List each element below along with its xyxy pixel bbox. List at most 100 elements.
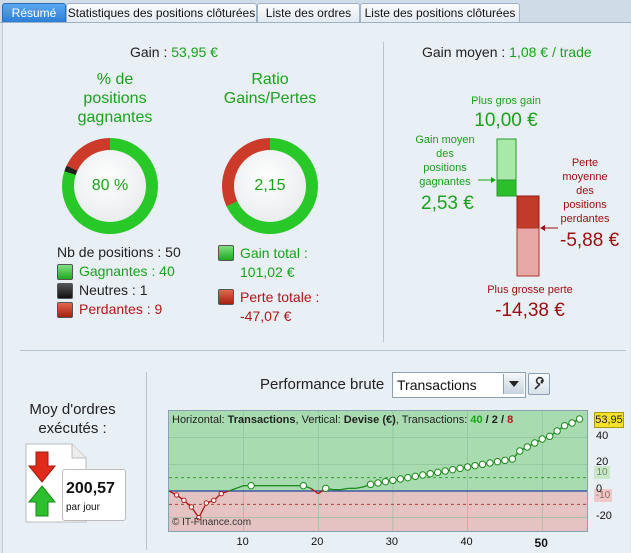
plus-gros-gain-label: Plus gros gain: [471, 95, 541, 107]
performance-chart-svg: [169, 411, 587, 531]
perte-totale: Perte totale : -47,07 €: [240, 288, 319, 326]
positive-band-tag: 10: [594, 466, 610, 479]
chart-info: Horizontal: Transactions, Vertical: Devi…: [172, 414, 513, 426]
chart-info-t-r: 8: [507, 414, 514, 426]
divider-vertical-top: [383, 42, 384, 342]
plus-grosse-perte-label: Plus grosse perte: [487, 284, 573, 296]
chart-info-t-g: 40: [470, 414, 483, 426]
data-point: [404, 473, 412, 482]
data-point: [441, 467, 449, 475]
plus-grosse-perte-value: -14,38 €: [495, 300, 565, 321]
data-point: [471, 461, 479, 470]
divider-horizontal: [20, 350, 626, 351]
chart-info-t: , Transactions:: [395, 414, 471, 426]
gain-total-swatch: [218, 245, 234, 261]
chart-info-h: Horizontal:: [172, 414, 228, 426]
data-point: [501, 456, 509, 465]
gain-moyen-positions-value: 2,53 €: [421, 193, 474, 214]
data-point: [531, 439, 539, 447]
data-point: [366, 480, 375, 489]
data-point: [381, 477, 390, 486]
data-point: [486, 459, 494, 467]
neutres-swatch: [57, 283, 73, 299]
nb-positions: Nb de positions : 50: [57, 244, 181, 260]
orders-value: 200,57: [66, 480, 115, 497]
plus-gros-gain-value: 10,00 €: [474, 110, 538, 131]
gain-total: Gain total : 101,02 €: [240, 244, 308, 282]
data-point: [508, 455, 517, 463]
chart-info-h-val: Transactions: [227, 414, 296, 426]
perdantes-count: Perdantes : 9: [79, 301, 163, 317]
data-point: [493, 457, 502, 466]
orders-title: Moy d'ordres exécutés :: [10, 400, 135, 438]
orders-unit: par jour: [66, 502, 100, 513]
perte-moyenne-value: -5,88 €: [560, 230, 620, 251]
performance-select[interactable]: Transactions: [392, 372, 526, 398]
data-point: [211, 497, 217, 504]
data-point: [568, 419, 576, 427]
data-point: [545, 432, 554, 441]
gagnantes-count: Gagnantes : 40: [79, 263, 175, 279]
gain-moyen-label: Gain moyen :: [422, 44, 510, 60]
perte-totale-label: Perte totale :: [240, 289, 320, 305]
pct-title: % de positions gagnantes: [55, 70, 175, 127]
data-point: [426, 469, 434, 478]
tab-resume[interactable]: Résumé: [2, 3, 66, 22]
gain-total-label: Gain total :: [240, 245, 308, 261]
chart-watermark: © IT-Finance.com: [172, 517, 252, 528]
gagnantes-swatch: [57, 264, 73, 280]
negative-band-tag: -10: [594, 489, 612, 502]
orders-value-box: 200,57 par jour: [62, 469, 126, 521]
data-point: [463, 463, 472, 471]
data-point: [560, 421, 569, 430]
data-point: [411, 472, 420, 481]
perte-totale-swatch: [218, 289, 234, 305]
perte-moyenne-arrowhead: [540, 225, 545, 231]
gain-range-upper: [496, 138, 517, 181]
data-point: [299, 481, 308, 490]
orders-title-line2: exécutés :: [38, 420, 107, 437]
gain-average-block: [496, 179, 517, 197]
perdantes-swatch: [57, 302, 73, 318]
ratio-title-line2: Gains/Pertes: [223, 90, 317, 107]
gain-loss-range-chart: [478, 138, 558, 277]
data-point: [448, 465, 457, 474]
tab-bar: Résumé Statistiques des positions clôtur…: [0, 0, 631, 23]
data-point: [173, 492, 180, 498]
performance-label: Performance brute: [260, 376, 385, 393]
data-point: [516, 447, 524, 455]
tab-liste-positions[interactable]: Liste des positions clôturées: [360, 3, 520, 22]
wrench-icon[interactable]: [528, 373, 550, 395]
data-point: [374, 479, 382, 487]
data-point: [538, 435, 546, 443]
last-value-tag: 53,95: [594, 412, 624, 428]
ratio-donut-value: 2,15: [234, 150, 306, 222]
loss-range-lower: [516, 227, 540, 277]
data-point: [419, 471, 427, 479]
gain-label: Gain :: [130, 44, 172, 60]
data-point: [478, 460, 487, 469]
performance-select-value: Transactions: [397, 377, 477, 393]
data-point: [218, 490, 224, 497]
data-point: [575, 415, 584, 423]
chart-info-sep2: /: [497, 414, 508, 426]
data-point: [181, 497, 187, 504]
chevron-down-icon[interactable]: [503, 374, 524, 394]
chart-info-v: , Vertical:: [295, 414, 344, 426]
ratio-title-line1: Ratio: [251, 71, 289, 88]
performance-chart: Horizontal: Transactions, Vertical: Devi…: [168, 410, 588, 532]
pct-title-line1: % de: [96, 71, 134, 88]
chart-info-v-val: Devise (€): [343, 414, 396, 426]
gain-moyen-value: 1,08 € / trade: [509, 44, 592, 60]
gain-moyen-arrowhead: [491, 177, 496, 183]
data-point: [434, 468, 442, 477]
loss-average-block: [516, 195, 540, 229]
pct-title-line3: gagnantes: [77, 109, 153, 126]
ratio-title: Ratio Gains/Pertes: [210, 70, 330, 108]
gain-moyen-header: Gain moyen : 1,08 € / trade: [422, 44, 627, 60]
data-point: [389, 476, 397, 485]
ratio-donut: 2,15: [222, 138, 318, 234]
tab-statistiques[interactable]: Statistiques des positions clôturées: [66, 3, 257, 22]
data-point: [188, 504, 195, 510]
tab-liste-ordres[interactable]: Liste des ordres: [257, 3, 360, 22]
